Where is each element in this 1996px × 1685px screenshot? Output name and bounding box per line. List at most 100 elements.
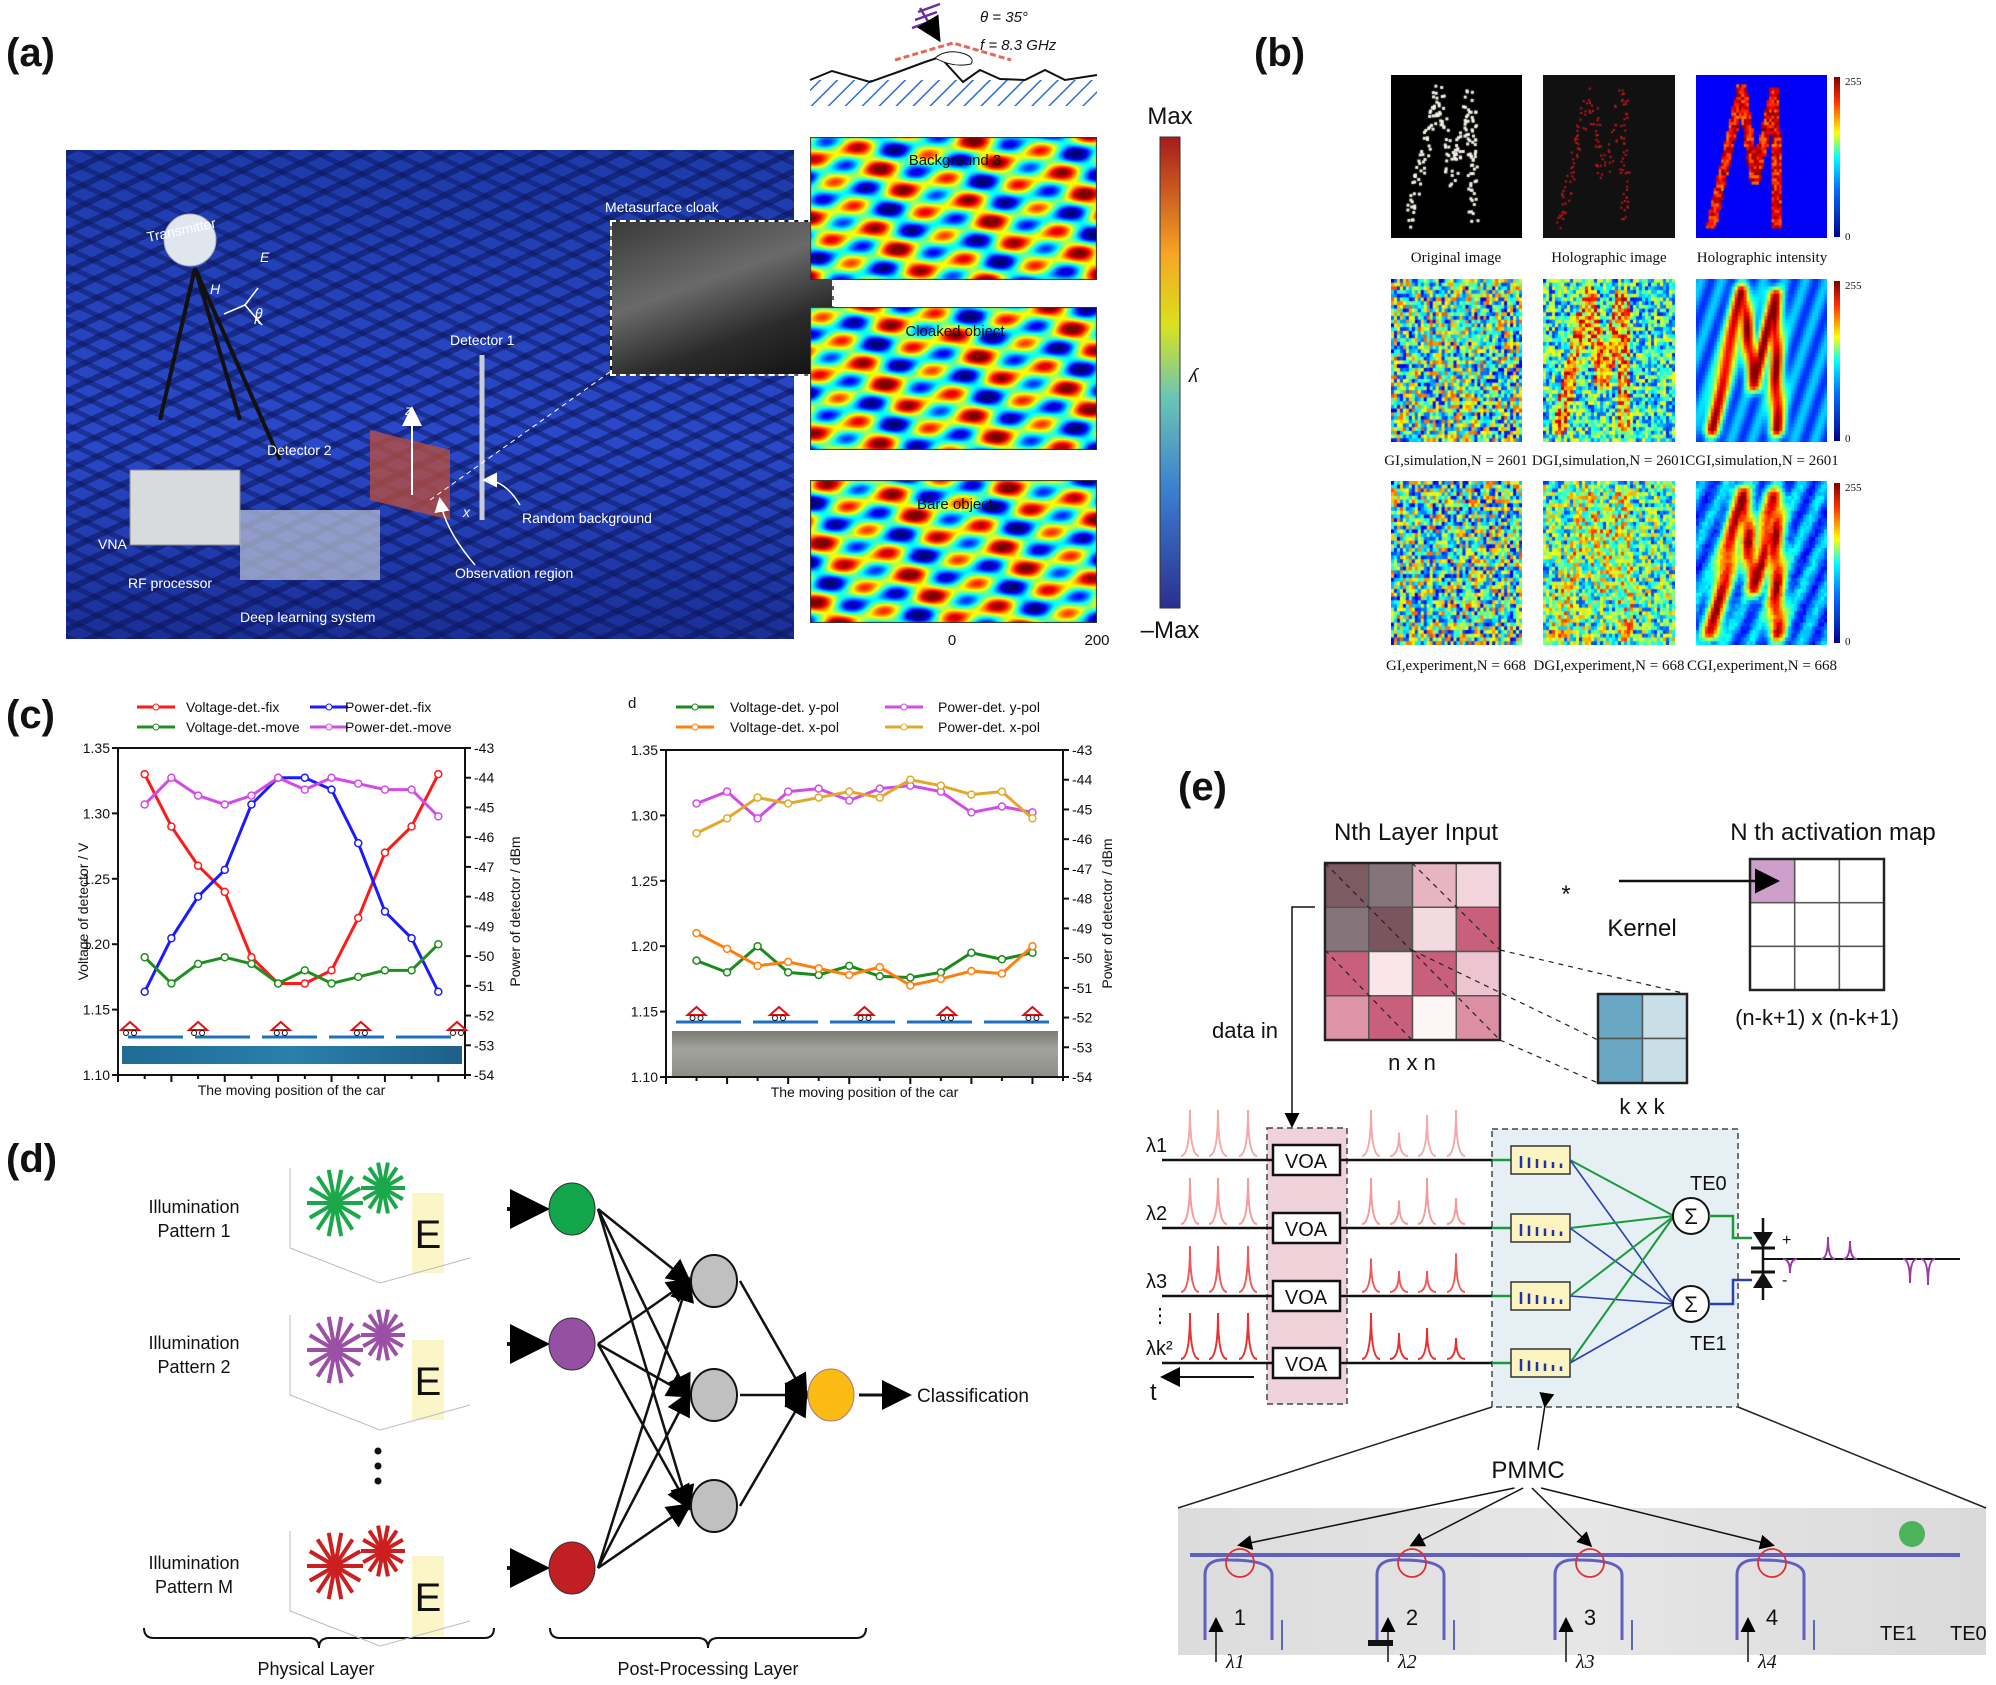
image-caption: GI,experiment,N = 668 [1386,658,1526,674]
data-point [300,979,310,988]
input-pulse [1180,1312,1200,1360]
data-point [906,775,915,784]
legend-label: Power-det. y-pol [938,699,1040,715]
input-pulse [1208,1109,1228,1157]
label-detector-1: Detector 1 [450,332,515,348]
panel-label-d: (d) [6,1137,57,1181]
balanced-photodetector: + - [1709,1214,1960,1306]
pattern-label-line1: Illumination [148,1197,239,1217]
output-size-label: (n-k+1) x (n-k+1) [1735,1005,1899,1030]
car-wheel [1033,1015,1040,1021]
data-point [300,785,310,794]
label-rf-processor: RF processor [128,575,212,591]
letter-e-icon: E [415,1576,442,1620]
input-cell [1368,862,1414,908]
zoom-line-left [1177,1406,1493,1509]
y-right-tick-label: -47 [474,859,494,875]
data-point [753,814,762,823]
y-right-tick-label: -44 [1072,772,1092,788]
data-point [300,773,310,782]
data-in-arrow [1284,906,1315,1128]
pmmc-arrow [1237,1487,1515,1550]
y-right-tick-label: -54 [1072,1069,1092,1085]
car-wheel [450,1030,456,1036]
data-point [167,979,176,988]
data-point [434,939,443,949]
y-tick-label: 1.35 [83,740,110,756]
car-wheel [199,1030,206,1036]
weighted-pulse [1361,1109,1381,1157]
data-point [875,793,885,802]
data-point [273,979,283,988]
weighted-pulse [1417,1270,1437,1293]
nth-layer-input-title: Nth Layer Input [1334,819,1498,846]
data-point [844,961,854,971]
x-axis-label: The moving position of the car [771,1084,959,1100]
field-colorbar: Max –Max y [1141,103,1200,644]
data-point [906,981,915,990]
weighted-pulse [1361,1177,1381,1225]
letter-e-icon: E [415,1213,442,1257]
data-point [327,979,336,988]
data-point [875,962,885,972]
data-point [140,800,149,809]
chip-wavelength-label: λ4 [1757,1651,1777,1673]
x-tick-label: 0 [948,632,956,649]
legend-label: Voltage-det. y-pol [730,699,839,715]
pattern-label-line1: Illumination [148,1333,239,1353]
data-point [997,802,1007,811]
data-point [247,959,256,969]
y-tick-label: 1.10 [631,1069,658,1085]
pmmc-arrow [1409,1487,1524,1547]
label-detector-2: Detector 2 [267,442,332,458]
car-wheel [697,1015,704,1021]
series-line [695,778,1034,835]
legend-marker [152,703,160,711]
hidden-node [690,1479,738,1533]
chart-voltage-power-fix-move: 1.101.151.201.251.301.35-54-53-52-51-50-… [75,699,523,1098]
data-point [783,968,793,977]
figure: (a) (b) (c) (d) (e) Transmitter E H θ k … [0,0,1996,1685]
data-point [434,987,443,997]
data-point [380,785,390,794]
plot-frame [117,747,466,1076]
colorbar-min: 0 [1845,636,1851,648]
image-caption: GI,simulation,N = 2601 [1384,453,1527,469]
panel-label-c: (c) [6,693,55,737]
pmmc-pointer [1537,1391,1555,1451]
series-line [143,776,440,993]
legend-label: Power-det. x-pol [938,719,1040,735]
voa-label: VOA [1285,1219,1328,1241]
data-in-label: data in [1212,1018,1278,1043]
data-point [167,934,176,943]
car-icon [118,1020,142,1031]
activation-cell [1793,858,1841,904]
zoom-line-right [1737,1406,1987,1509]
input-pulse [1180,1109,1200,1157]
data-point [380,907,390,916]
weighted-pulse [1446,1337,1466,1360]
car-wheel [939,1015,946,1021]
car-icon [935,1005,959,1016]
data-point [997,955,1007,964]
chip-annotations: 1 λ1 2 λ2 3 λ3 4 λ4 TE1 TE0 [1190,1487,1987,1673]
image-caption: CGI,simulation,N = 2601 [1685,453,1838,469]
sigma-symbol: Σ [1684,1204,1698,1229]
data-point [220,953,230,962]
car-icon [767,1005,791,1016]
figure-svg: (a) (b) (c) (d) (e) Transmitter E H θ k … [6,2,1987,1679]
input-cell [1411,995,1457,1041]
x-axis-label: The moving position of the car [198,1082,386,1098]
series-line [695,931,1034,988]
connection-arrow [738,1390,808,1507]
data-point [327,773,336,782]
chip-number: 4 [1766,1605,1778,1630]
data-point [814,793,823,802]
car-icon [186,1020,210,1031]
output-node [807,1368,855,1422]
panel-b-captions: Original image Holographic image Hologra… [1384,250,1838,674]
data-point [722,814,732,823]
input-size-label: n x n [1388,1050,1436,1075]
weighted-pulse [1361,1312,1381,1360]
legend-marker [691,703,699,711]
